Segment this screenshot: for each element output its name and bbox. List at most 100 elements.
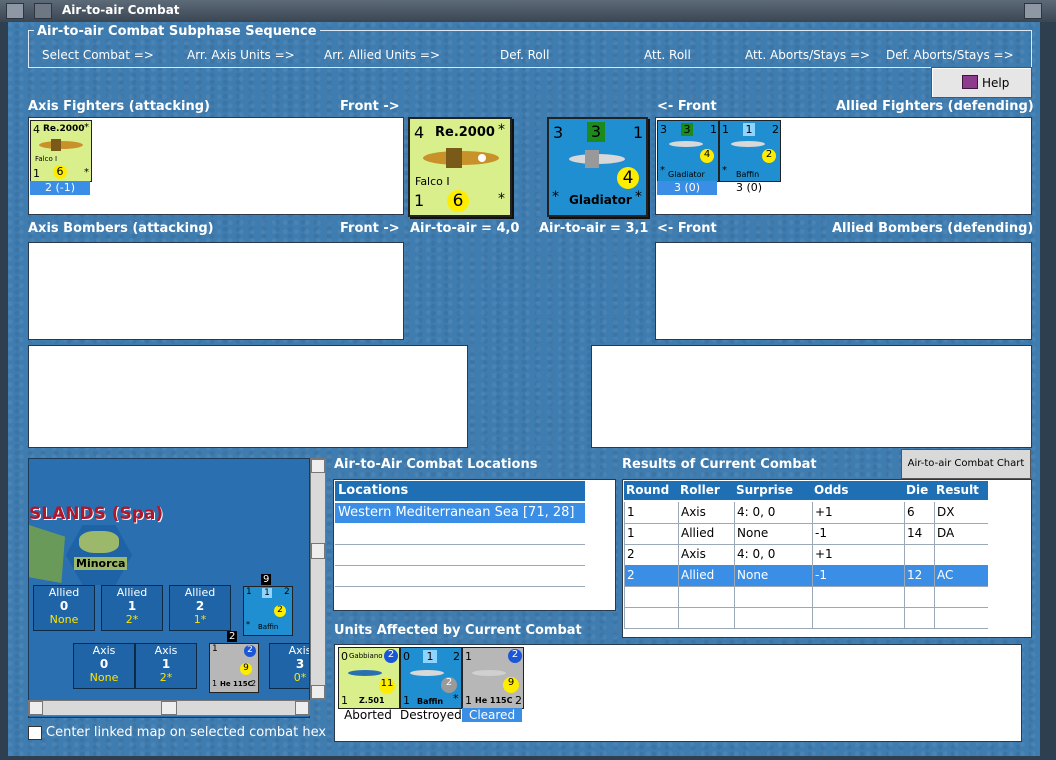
plane-icon xyxy=(669,141,703,147)
grid-line xyxy=(734,544,735,565)
axis-info-panel xyxy=(28,345,468,448)
allied-info-panel xyxy=(591,345,1032,448)
results-column-header[interactable]: Odds xyxy=(812,481,904,500)
grid-line xyxy=(934,586,935,607)
table-cell: +1 xyxy=(815,547,833,561)
system-menu-icon[interactable] xyxy=(6,3,24,19)
grid-line xyxy=(812,544,813,565)
grid-line xyxy=(734,565,735,586)
allied-box-0[interactable]: Allied 0 None xyxy=(33,585,95,631)
step-def-aborts: Def. Aborts/Stays => xyxy=(886,48,1014,62)
front-allied-counter[interactable]: 3 3 1 4 * Gladiator * xyxy=(547,117,648,217)
table-cell: 2 xyxy=(627,547,635,561)
table-cell: 1 xyxy=(627,526,635,540)
grid-line xyxy=(678,523,679,544)
affected-unit-baffin[interactable]: 0 1 2 2 1 Baffin * xyxy=(400,647,462,709)
grid-line xyxy=(624,544,625,565)
grid-line xyxy=(734,607,735,628)
help-button[interactable]: Help xyxy=(931,67,1032,98)
book-icon xyxy=(962,75,978,89)
table-cell: -1 xyxy=(815,568,827,582)
affected-unit-gabbiano[interactable]: 0 Gabbiano 2 11 1 Z.501 xyxy=(338,647,400,709)
results-column-header[interactable]: Roller xyxy=(678,481,734,500)
table-cell: Axis xyxy=(681,547,706,561)
results-column-header[interactable]: Surprise xyxy=(734,481,812,500)
grid-line xyxy=(624,586,625,607)
step-select-combat: Select Combat => xyxy=(42,48,154,62)
scroll-up-icon[interactable] xyxy=(311,459,325,473)
grid-line xyxy=(734,502,735,523)
scroll-thumb[interactable] xyxy=(311,543,325,559)
axis-box-2[interactable]: Axis 3 0* xyxy=(269,643,309,689)
table-cell: +1 xyxy=(815,505,833,519)
map-vertical-scrollbar[interactable] xyxy=(310,458,326,700)
island-shape xyxy=(29,525,65,583)
grid-line xyxy=(678,565,679,586)
grid-line xyxy=(624,565,625,586)
close-icon[interactable] xyxy=(1024,3,1042,19)
table-cell: 4: 0, 0 xyxy=(737,505,776,519)
axis-box-1[interactable]: Axis 1 2* xyxy=(135,643,197,689)
linked-map[interactable]: SLANDS (Spa) Minorca Allied 0 None Allie… xyxy=(28,458,310,718)
results-column-header[interactable]: Die xyxy=(904,481,934,500)
front-axis-counter[interactable]: 4 Re.2000 * Falco I 1 6 * xyxy=(408,117,512,217)
affected-caption-1: Destroyed xyxy=(400,708,462,722)
plane-icon xyxy=(472,670,506,676)
minimize-icon[interactable] xyxy=(34,3,52,19)
axis-bombers-header: Axis Bombers (attacking) xyxy=(28,221,214,236)
scroll-left-icon[interactable] xyxy=(29,701,43,715)
axis-fighter-counter[interactable]: 4 Re.2000 * Falco I 1 6 * xyxy=(30,120,92,182)
grid-line xyxy=(624,607,625,628)
results-column-header[interactable]: Result xyxy=(934,481,988,500)
axis-bombers-panel[interactable] xyxy=(28,242,404,340)
allied-bombers-panel[interactable] xyxy=(655,242,1032,340)
grid-line xyxy=(812,607,813,628)
location-item-0[interactable]: Western Mediterranean Sea [71, 28] xyxy=(335,503,585,523)
locations-list[interactable]: Locations Western Mediterranean Sea [71,… xyxy=(333,479,616,611)
grid-line xyxy=(934,523,935,544)
location-empty-row xyxy=(335,545,585,566)
plane-icon xyxy=(731,141,765,147)
step-att-roll: Att. Roll xyxy=(644,48,691,62)
grid-line xyxy=(904,586,905,607)
scroll-right-icon[interactable] xyxy=(295,701,309,715)
affected-caption-2: Cleared xyxy=(462,708,522,722)
grid-line xyxy=(904,523,905,544)
affected-unit-he115c[interactable]: 1 2 9 1 He 115C 2 xyxy=(462,647,524,709)
allied-fighters-front: <- Front xyxy=(657,99,717,114)
results-table: Round Roller Surprise Odds Die Result 1 Axis 4: … xyxy=(622,479,1032,638)
results-column-header[interactable]: Round xyxy=(624,481,678,500)
locations-column-header: Locations xyxy=(335,481,585,501)
map-horizontal-scrollbar[interactable] xyxy=(28,700,310,716)
allied-box-1[interactable]: Allied 1 2* xyxy=(101,585,163,631)
results-header: Results of Current Combat xyxy=(622,457,817,472)
grid-line xyxy=(678,607,679,628)
allied-fighter-counter-1[interactable]: 3 3 1 4 * Gladiator xyxy=(657,120,719,182)
table-cell: Axis xyxy=(681,505,706,519)
grid-line xyxy=(904,607,905,628)
window-title: Air-to-air Combat xyxy=(62,3,180,17)
allied-fighter-counter-2[interactable]: 1 1 2 2 * Baffin xyxy=(719,120,781,182)
scroll-down-icon[interactable] xyxy=(311,685,325,699)
step-arr-allied: Arr. Allied Units => xyxy=(324,48,441,62)
airtoair-chart-button[interactable]: Air-to-air Combat Chart xyxy=(901,449,1031,479)
plane-icon xyxy=(39,139,83,151)
table-cell: 14 xyxy=(907,526,923,540)
step-arr-axis: Arr. Axis Units => xyxy=(187,48,295,62)
map-unit-he115c[interactable]: 1 2 9 1 He 115C 2 xyxy=(209,643,259,693)
axis-box-0[interactable]: Axis 0 None xyxy=(73,643,135,689)
grid-line xyxy=(934,565,935,586)
center-map-checkbox[interactable] xyxy=(28,726,42,740)
grid-line xyxy=(678,586,679,607)
allied-box-2[interactable]: Allied 2 1* xyxy=(169,585,231,631)
table-cell: 2 xyxy=(627,568,635,582)
grid-line xyxy=(678,544,679,565)
plane-icon xyxy=(569,150,625,168)
scroll-thumb[interactable] xyxy=(161,701,177,715)
affected-caption-0: Aborted xyxy=(344,708,392,722)
grid-line xyxy=(678,502,679,523)
grid-line xyxy=(624,502,625,523)
grid-line xyxy=(934,607,935,628)
table-cell: None xyxy=(737,526,769,540)
map-unit-baffin[interactable]: 1 1 2 2 * Baffin xyxy=(243,586,293,636)
